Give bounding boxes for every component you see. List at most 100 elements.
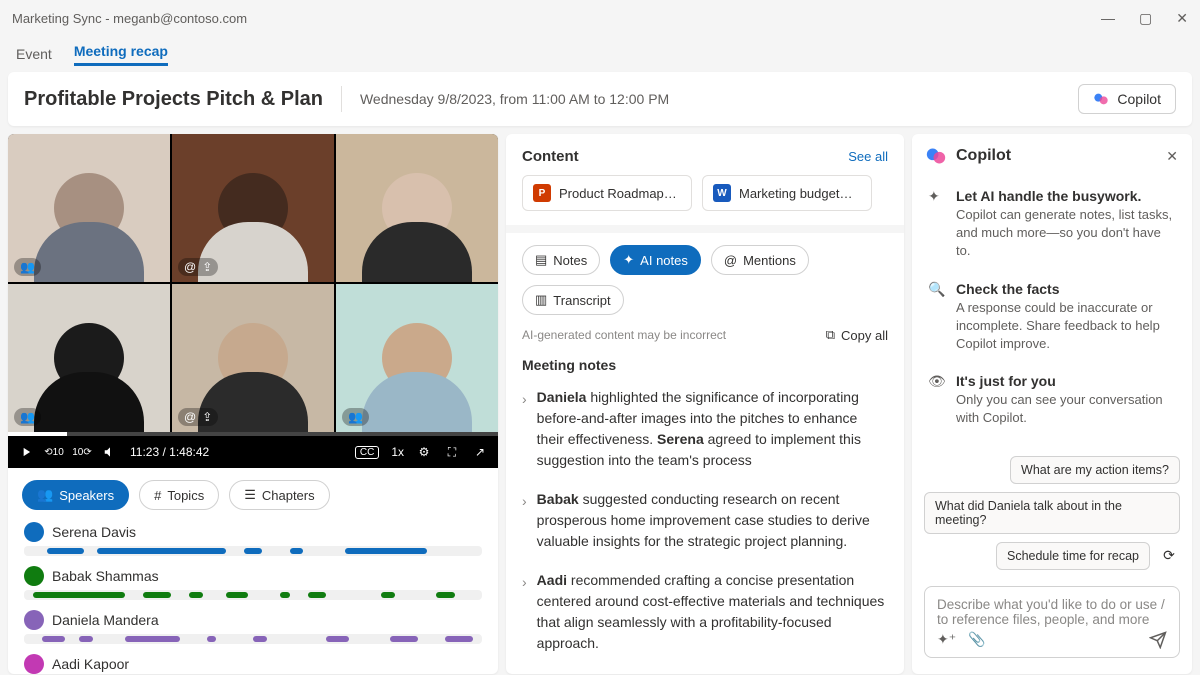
file-label: Product Roadmap… — [559, 186, 677, 201]
see-all-link[interactable]: See all — [848, 149, 888, 164]
meeting-notes-heading: Meeting notes — [506, 343, 904, 381]
people-icon: 👥 — [348, 410, 363, 424]
mention-icon: @ — [184, 410, 196, 424]
participant-tile[interactable]: 👥 — [8, 134, 170, 282]
note-icon: ▤ — [535, 252, 547, 268]
people-icon: 👥 — [37, 487, 53, 503]
page-title: Profitable Projects Pitch & Plan — [24, 88, 323, 111]
ai-disclaimer: AI-generated content may be incorrect — [522, 328, 726, 342]
tab-notes[interactable]: ▤Notes — [522, 245, 600, 275]
filter-speakers[interactable]: 👥Speakers — [22, 480, 129, 510]
copilot-suggestion[interactable]: Schedule time for recap — [996, 542, 1150, 570]
speaker-row[interactable]: Serena Davis — [24, 522, 482, 556]
file-label: Marketing budget… — [739, 186, 852, 201]
rewind-10-icon[interactable]: ⟲10 — [46, 444, 62, 460]
copy-all-button[interactable]: ⧉Copy all — [826, 327, 888, 343]
popout-icon[interactable]: ↗ — [472, 444, 488, 460]
meeting-datetime: Wednesday 9/8/2023, from 11:00 AM to 12:… — [360, 91, 669, 107]
cc-button[interactable]: CC — [355, 446, 379, 459]
file-ppt[interactable]: P Product Roadmap… — [522, 175, 692, 211]
copilot-suggestion[interactable]: What are my action items? — [1010, 456, 1180, 484]
search-icon: 🔍 — [928, 281, 946, 354]
participant-tile[interactable] — [336, 134, 498, 282]
avatar — [24, 566, 44, 586]
tab-mentions[interactable]: @Mentions — [711, 245, 809, 275]
hash-icon: # — [154, 488, 161, 503]
copilot-card-desc: Only you can see your conversation with … — [956, 391, 1176, 427]
note-text: Babak suggested conducting research on r… — [537, 489, 888, 552]
copilot-card-title: Check the facts — [956, 281, 1176, 297]
speed-button[interactable]: 1x — [391, 445, 404, 459]
speaker-timeline[interactable] — [24, 634, 482, 644]
close-copilot-icon[interactable]: ✕ — [1166, 148, 1178, 165]
file-doc[interactable]: W Marketing budget… — [702, 175, 872, 211]
fullscreen-icon[interactable]: ⛶ — [444, 444, 460, 460]
copilot-info-item: ✦ Let AI handle the busywork. Copilot can … — [924, 178, 1180, 271]
note-item[interactable]: ›Aadi recommended crafting a concise pre… — [506, 564, 904, 666]
forward-10-icon[interactable]: 10⟳ — [74, 444, 90, 460]
play-icon[interactable] — [18, 444, 34, 460]
copilot-panel-title: Copilot — [956, 147, 1011, 165]
copilot-suggestion[interactable]: What did Daniela talk about in the meeti… — [924, 492, 1180, 534]
filter-topics[interactable]: #Topics — [139, 480, 219, 510]
close-window-button[interactable]: ✕ — [1176, 10, 1188, 27]
speaker-name: Aadi Kapoor — [52, 656, 129, 672]
powerpoint-icon: P — [533, 184, 551, 202]
send-icon[interactable] — [1149, 631, 1167, 649]
note-item[interactable]: ›Daniela highlighted the significance of… — [506, 381, 904, 483]
video-player[interactable]: 👥 @⇪ 👥 @⇪ 👥 ⟲10 10⟳ 11:23 / 1:48:42 CC 1… — [8, 134, 498, 468]
copilot-card-desc: A response could be inaccurate or incomp… — [956, 299, 1176, 354]
sparkle-icon: ✦ — [623, 252, 634, 268]
list-icon: ☰ — [244, 487, 256, 503]
copy-icon: ⧉ — [826, 327, 835, 343]
tab-transcript[interactable]: ▥Transcript — [522, 285, 624, 315]
minimize-button[interactable]: — — [1101, 10, 1115, 27]
participant-tile[interactable]: 👥 — [336, 284, 498, 432]
divider — [341, 86, 342, 112]
note-item[interactable]: ›Babak suggested conducting research on … — [506, 483, 904, 564]
mention-icon: @ — [724, 253, 737, 268]
speaker-timeline[interactable] — [24, 546, 482, 556]
speaker-name: Serena Davis — [52, 524, 136, 540]
participant-tile[interactable]: @⇪ — [172, 134, 334, 282]
refresh-suggestions-icon[interactable]: ⟳ — [1158, 545, 1180, 567]
window-title: Marketing Sync - meganb@contoso.com — [12, 11, 247, 26]
copilot-input[interactable]: Describe what you'd like to do or use / … — [924, 586, 1180, 658]
copilot-info-item: 👁 It's just for you Only you can see your … — [924, 363, 1180, 437]
settings-icon[interactable]: ⚙ — [416, 444, 432, 460]
copilot-card-title: Let AI handle the busywork. — [956, 188, 1176, 204]
speaker-name: Daniela Mandera — [52, 612, 159, 628]
tab-meeting-recap[interactable]: Meeting recap — [74, 43, 168, 66]
sparkle-icon[interactable]: ✦⁺ — [937, 631, 956, 648]
chevron-right-icon: › — [522, 572, 527, 654]
attach-icon[interactable]: 📎 — [968, 631, 985, 648]
video-time: 11:23 / 1:48:42 — [130, 445, 209, 459]
participant-tile[interactable]: 👥 — [8, 284, 170, 432]
tab-ai-notes[interactable]: ✦AI notes — [610, 245, 701, 275]
note-text: Aadi recommended crafting a concise pres… — [537, 570, 888, 654]
copilot-button[interactable]: Copilot — [1078, 84, 1176, 114]
speaker-row[interactable]: Babak Shammas — [24, 566, 482, 600]
speaker-row[interactable]: Aadi Kapoor — [24, 654, 482, 674]
copilot-info-item: 🔍 Check the facts A response could be inac… — [924, 271, 1180, 364]
share-icon: ⇪ — [202, 410, 212, 424]
sparkle-icon: ✦ — [928, 188, 946, 261]
tab-event[interactable]: Event — [16, 46, 52, 62]
filter-chapters[interactable]: ☰Chapters — [229, 480, 329, 510]
note-text: Daniela highlighted the significance of … — [537, 387, 888, 471]
copilot-icon — [1093, 91, 1109, 107]
participant-tile[interactable]: @⇪ — [172, 284, 334, 432]
speaker-row[interactable]: Daniela Mandera — [24, 610, 482, 644]
mention-icon: @ — [184, 260, 196, 274]
copilot-card-title: It's just for you — [956, 373, 1176, 389]
speaker-timeline[interactable] — [24, 590, 482, 600]
copilot-placeholder: Describe what you'd like to do or use / … — [937, 597, 1167, 631]
word-icon: W — [713, 184, 731, 202]
maximize-button[interactable]: ▢ — [1139, 10, 1152, 27]
video-progress[interactable] — [8, 432, 498, 436]
copilot-card-desc: Copilot can generate notes, list tasks, … — [956, 206, 1176, 261]
copilot-button-label: Copilot — [1117, 91, 1161, 107]
volume-icon[interactable] — [102, 444, 118, 460]
chevron-right-icon: › — [522, 491, 527, 552]
eye-icon: 👁 — [928, 373, 946, 427]
